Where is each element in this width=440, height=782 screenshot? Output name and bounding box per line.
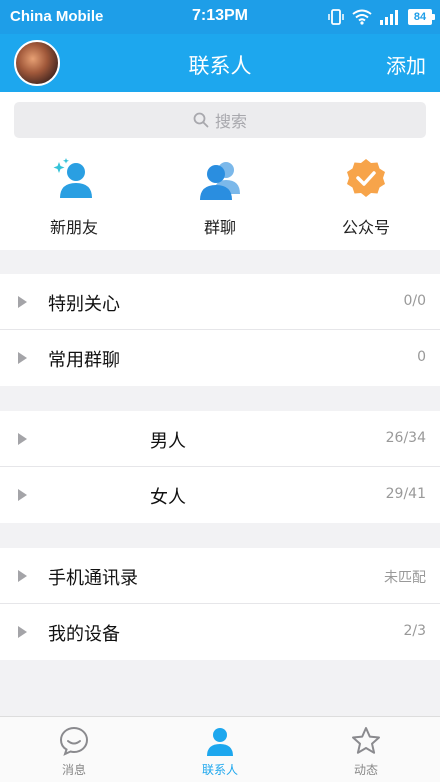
- group-row-frequent-groups[interactable]: 常用群聊 0: [0, 330, 440, 386]
- group-row-women[interactable]: 女人 29/41: [0, 467, 440, 523]
- official-account-icon: [347, 159, 385, 197]
- group-label: 我的设备: [48, 624, 120, 645]
- expand-arrow-icon: [18, 626, 27, 638]
- new-friend-button[interactable]: 新朋友: [14, 156, 134, 246]
- tab-label: 动态: [353, 763, 378, 777]
- expand-arrow-icon: [18, 433, 27, 445]
- contacts-icon: [207, 728, 233, 756]
- add-button[interactable]: 添加: [386, 50, 426, 79]
- message-icon: [59, 726, 89, 756]
- group-count: 26/34: [385, 430, 426, 446]
- official-account-button[interactable]: 公众号: [306, 156, 426, 246]
- group-row-men[interactable]: 男人 26/34: [0, 411, 440, 467]
- signal-icon: [380, 10, 398, 25]
- group-row-special-care[interactable]: 特别关心 0/0: [0, 274, 440, 330]
- star-icon: [352, 727, 380, 754]
- tab-feed[interactable]: 动态: [306, 725, 426, 778]
- group-count: 0/0: [403, 293, 426, 309]
- official-account-label: 公众号: [341, 218, 390, 237]
- tab-label: 消息: [61, 763, 86, 777]
- vibrate-icon: [328, 9, 344, 25]
- page-title: 联系人: [188, 54, 252, 78]
- group-section-3: 手机通讯录 未匹配 我的设备 2/3: [0, 548, 440, 660]
- group-row-my-devices[interactable]: 我的设备 2/3: [0, 604, 440, 660]
- group-chat-button[interactable]: 群聊: [160, 156, 280, 246]
- expand-arrow-icon: [18, 296, 27, 308]
- search-input[interactable]: 搜索: [14, 102, 426, 138]
- new-friend-label: 新朋友: [49, 218, 98, 237]
- tab-contacts[interactable]: 联系人: [160, 725, 280, 778]
- status-icons: 84: [327, 7, 435, 27]
- group-count: 0: [417, 349, 426, 365]
- new-friend-icon: [53, 158, 92, 198]
- group-label: 男人: [150, 431, 186, 452]
- group-section-2: 男人 26/34 女人 29/41: [0, 411, 440, 523]
- search-icon: [193, 112, 209, 128]
- group-count: 未匹配: [384, 570, 426, 586]
- tab-label: 联系人: [201, 763, 238, 777]
- quick-actions: 新朋友 群聊 公众号: [0, 148, 440, 250]
- group-label: 女人: [150, 487, 186, 508]
- group-label: 常用群聊: [48, 350, 120, 371]
- group-count: 2/3: [403, 623, 426, 639]
- app-header: 联系人 添加: [0, 34, 440, 92]
- expand-arrow-icon: [18, 489, 27, 501]
- status-bar: China Mobile 7:13PM 84: [0, 0, 440, 34]
- search-placeholder: 搜索: [214, 112, 247, 131]
- bottom-tab-bar: 消息 联系人 动态: [0, 716, 440, 782]
- group-section-1: 特别关心 0/0 常用群聊 0: [0, 274, 440, 386]
- expand-arrow-icon: [18, 352, 27, 364]
- battery-icon: 84: [408, 9, 435, 25]
- group-chat-label: 群聊: [203, 218, 236, 237]
- group-label: 手机通讯录: [48, 568, 138, 589]
- group-count: 29/41: [385, 486, 426, 502]
- group-chat-icon: [200, 162, 240, 200]
- tab-messages[interactable]: 消息: [14, 725, 134, 778]
- search-area: 搜索: [0, 92, 440, 148]
- group-label: 特别关心: [48, 294, 120, 315]
- group-row-phone-contacts[interactable]: 手机通讯录 未匹配: [0, 548, 440, 604]
- wifi-icon: [352, 9, 372, 25]
- expand-arrow-icon: [18, 570, 27, 582]
